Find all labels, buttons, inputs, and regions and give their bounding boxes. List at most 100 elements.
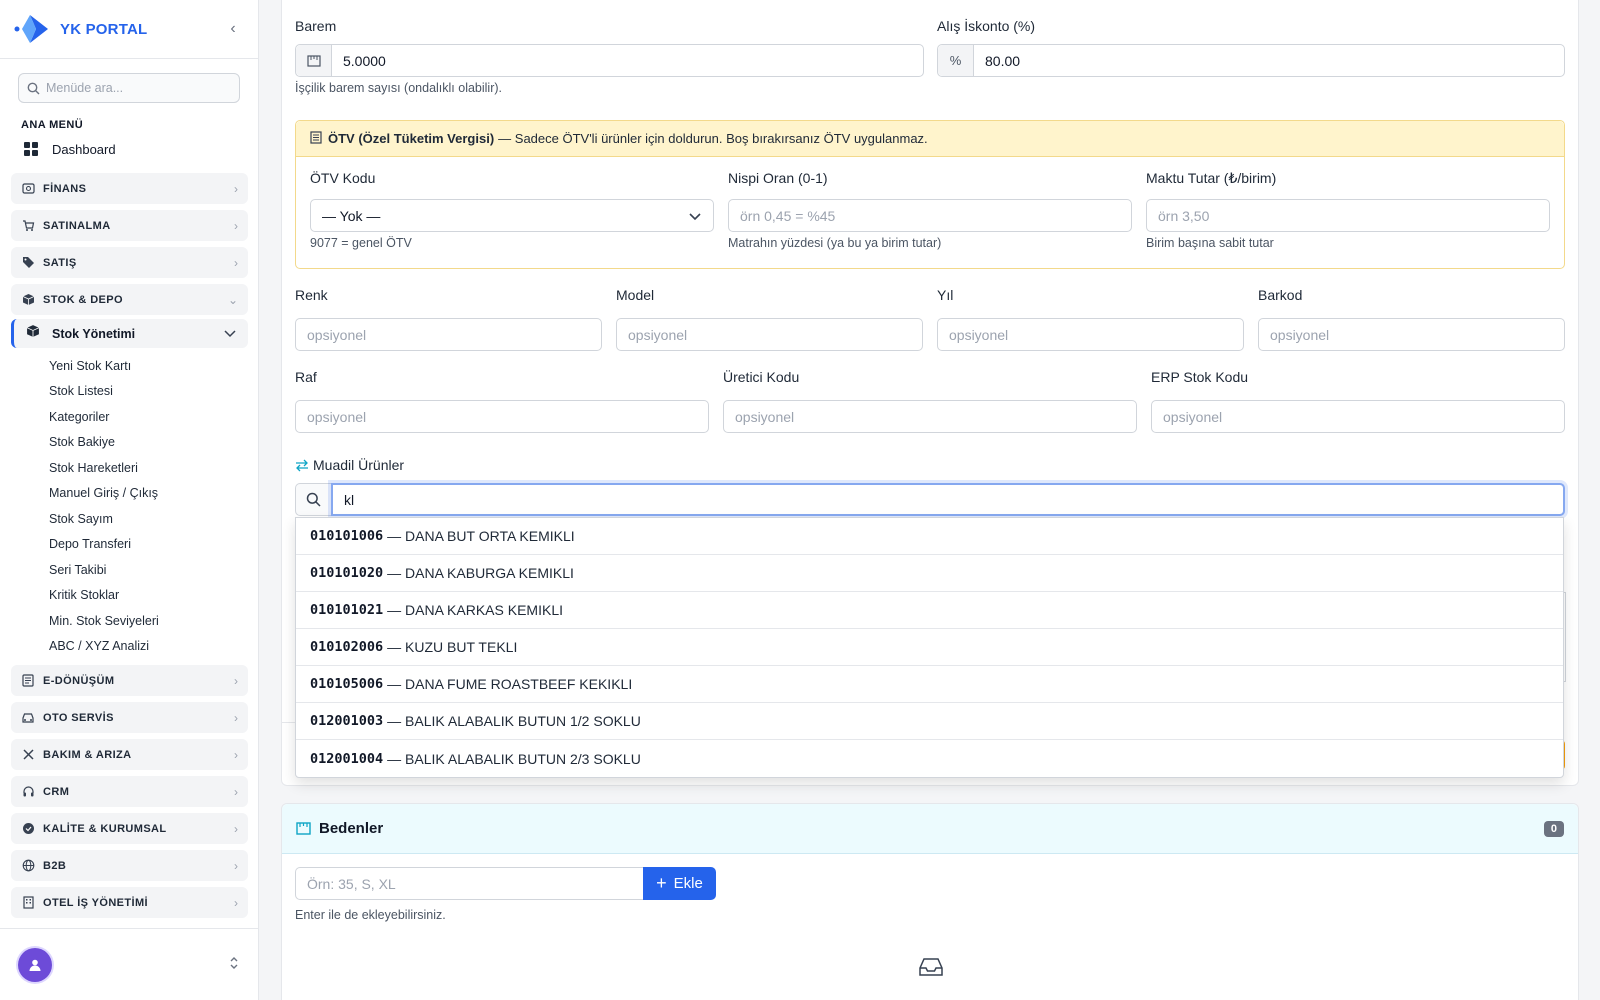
receipt-icon: [310, 130, 322, 147]
muadil-result-option[interactable]: 012001004— BALIK ALABALIK BUTUN 2/3 SOKL…: [296, 740, 1563, 777]
sidebar-group-otel[interactable]: OTEL İŞ YÖNETİMİ ›: [11, 887, 248, 918]
barem-label: Barem: [295, 18, 337, 34]
chevron-updown-icon[interactable]: [229, 956, 239, 973]
chevron-down-icon: [224, 325, 236, 343]
uretici-kodu-input[interactable]: opsiyonel: [723, 400, 1137, 433]
sidebar-group-satinalma[interactable]: SATINALMA ›: [11, 210, 248, 241]
collapse-sidebar-icon[interactable]: ‹: [222, 20, 244, 38]
beden-input[interactable]: Örn: 35, S, XL: [295, 867, 644, 900]
divider: [282, 722, 296, 723]
yil-input[interactable]: opsiyonel: [937, 318, 1244, 351]
muadil-result-option[interactable]: 010102006— KUZU BUT TEKLI: [296, 629, 1563, 666]
tools-icon: [21, 748, 35, 762]
sidebar-group-e-donusum[interactable]: E-DÖNÜŞÜM ›: [11, 665, 248, 696]
barem-field[interactable]: 5.0000: [295, 44, 924, 77]
dashboard-icon: [24, 142, 38, 156]
avatar[interactable]: [18, 947, 52, 982]
sidebar-group-satis[interactable]: SATIŞ ›: [11, 247, 248, 278]
sidebar-item-min-stok-seviyeleri[interactable]: Min. Stok Seviyeleri: [49, 608, 159, 634]
sidebar-item-seri-takibi[interactable]: Seri Takibi: [49, 557, 159, 583]
maktu-tutar-placeholder: örn 3,50: [1158, 207, 1210, 224]
muadil-result-option[interactable]: 010101020— DANA KABURGA KEMIKLI: [296, 555, 1563, 592]
sidebar-subgroup-label: Stok Yönetimi: [52, 326, 136, 341]
sidebar-item-stok-sayim[interactable]: Stok Sayım: [49, 506, 159, 532]
nispi-oran-placeholder: örn 0,45 = %45: [740, 207, 836, 224]
sidebar-group-label: KALİTE & KURUMSAL: [43, 822, 167, 835]
ruler-icon: [296, 45, 332, 76]
chevron-right-icon: ›: [234, 218, 238, 233]
iskonto-value[interactable]: 80.00: [974, 53, 1020, 69]
add-beden-button[interactable]: + Ekle: [643, 867, 716, 900]
muadil-result-option[interactable]: 012001003— BALIK ALABALIK BUTUN 1/2 SOKL…: [296, 703, 1563, 740]
chevron-right-icon: ›: [234, 181, 238, 196]
finance-icon: [21, 182, 35, 196]
inbox-empty-icon: [918, 957, 944, 982]
chevron-right-icon: ›: [234, 784, 238, 799]
plus-icon: +: [656, 873, 667, 893]
sidebar-item-stok-bakiye[interactable]: Stok Bakiye: [49, 430, 159, 456]
result-code: 010101021: [310, 602, 384, 618]
maktu-tutar-input[interactable]: örn 3,50: [1146, 199, 1550, 232]
user-menu[interactable]: [0, 928, 259, 1000]
result-code: 010101006: [310, 528, 384, 544]
muadil-result-option[interactable]: 010105006— DANA FUME ROASTBEEF KEKIKLI: [296, 666, 1563, 703]
raf-placeholder: opsiyonel: [307, 408, 367, 425]
sidebar-group-oto-servis[interactable]: OTO SERVİS ›: [11, 702, 248, 733]
iskonto-field[interactable]: % 80.00: [937, 44, 1565, 77]
menu-search-input[interactable]: [46, 81, 231, 95]
muadil-result-option[interactable]: 010101021— DANA KARKAS KEMIKLI: [296, 592, 1563, 629]
sidebar-group-b2b[interactable]: B2B ›: [11, 850, 248, 881]
sidebar-group-kalite-kurumsal[interactable]: KALİTE & KURUMSAL ›: [11, 813, 248, 844]
box-icon: [21, 293, 35, 307]
sidebar-item-kritik-stoklar[interactable]: Kritik Stoklar: [49, 583, 159, 609]
swap-arrows-icon: [295, 459, 309, 472]
erp-stok-kodu-input[interactable]: opsiyonel: [1151, 400, 1565, 433]
sidebar-item-dashboard[interactable]: Dashboard: [24, 139, 258, 159]
sidebar-group-crm[interactable]: CRM ›: [11, 776, 248, 807]
otv-title: ÖTV (Özel Tüketim Vergisi): [328, 131, 495, 146]
chevron-right-icon: ›: [234, 710, 238, 725]
muadil-search[interactable]: kl: [295, 483, 1565, 516]
chevron-right-icon: ›: [234, 895, 238, 910]
sidebar-item-yeni-stok-karti[interactable]: Yeni Stok Kartı: [49, 353, 159, 379]
sidebar-group-label: B2B: [43, 859, 67, 872]
sidebar-group-stok-depo[interactable]: STOK & DEPO ⌄: [11, 284, 248, 315]
barem-value[interactable]: 5.0000: [332, 53, 386, 69]
model-placeholder: opsiyonel: [628, 326, 688, 343]
sidebar-group-label: OTO SERVİS: [43, 711, 114, 724]
result-name: — DANA FUME ROASTBEEF KEKIKLI: [387, 676, 633, 692]
ruler-icon: [296, 822, 311, 835]
sidebar-item-manuel-giris-cikis[interactable]: Manuel Giriş / Çıkış: [49, 481, 159, 507]
erp-stok-kodu-label: ERP Stok Kodu: [1151, 369, 1249, 385]
sidebar-group-finans[interactable]: FİNANS ›: [11, 173, 248, 204]
sidebar-item-stok-hareketleri[interactable]: Stok Hareketleri: [49, 455, 159, 481]
muadil-search-input[interactable]: kl: [331, 483, 1565, 516]
nispi-oran-input[interactable]: örn 0,45 = %45: [728, 199, 1132, 232]
cart-icon: [21, 219, 35, 233]
menu-search[interactable]: [18, 73, 240, 103]
barkod-input[interactable]: opsiyonel: [1258, 318, 1565, 351]
otv-kod-select[interactable]: — Yok —: [310, 199, 714, 232]
sidebar-item-kategoriler[interactable]: Kategoriler: [49, 404, 159, 430]
barkod-label: Barkod: [1258, 287, 1303, 303]
raf-label: Raf: [295, 369, 317, 385]
result-name: — KUZU BUT TEKLI: [387, 639, 518, 655]
sidebar-group-bakim-ariza[interactable]: BAKIM & ARIZA ›: [11, 739, 248, 770]
sidebar-group-label: FİNANS: [43, 182, 87, 195]
sidebar-item-stok-listesi[interactable]: Stok Listesi: [49, 379, 159, 405]
section-label: ANA MENÜ: [21, 119, 84, 131]
otv-kod-hint: 9077 = genel ÖTV: [310, 236, 412, 250]
search-icon: [295, 483, 331, 516]
sidebar-subgroup-stok-yonetimi[interactable]: Stok Yönetimi: [11, 319, 248, 348]
raf-input[interactable]: opsiyonel: [295, 400, 709, 433]
barkod-placeholder: opsiyonel: [1270, 326, 1330, 343]
model-input[interactable]: opsiyonel: [616, 318, 923, 351]
sidebar-item-abc-xyz-analizi[interactable]: ABC / XYZ Analizi: [49, 634, 159, 660]
brand-title: YK PORTAL: [60, 20, 148, 38]
search-icon: [27, 82, 40, 94]
muadil-result-option[interactable]: 010101006— DANA BUT ORTA KEMIKLI: [296, 518, 1563, 555]
renk-input[interactable]: opsiyonel: [295, 318, 602, 351]
nispi-oran-hint: Matrahın yüzdesi (ya bu ya birim tutar): [728, 236, 942, 250]
sidebar-item-depo-transferi[interactable]: Depo Transferi: [49, 532, 159, 558]
beden-hint: Enter ile de ekleyebilirsiniz.: [295, 908, 446, 922]
